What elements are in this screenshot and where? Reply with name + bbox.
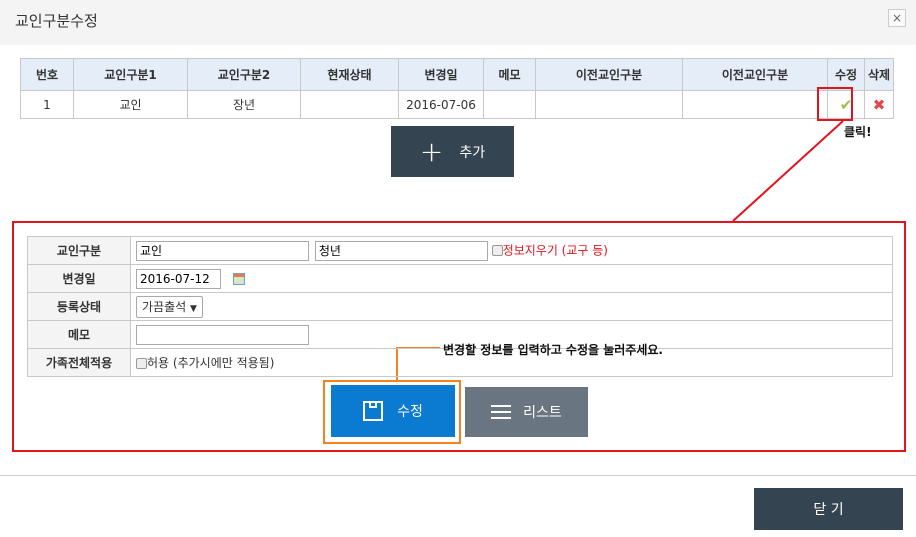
- family-apply-checkbox[interactable]: [136, 358, 147, 369]
- instruction-annotation: 변경할 정보를 입력하고 수정을 눌러주세요.: [443, 343, 663, 357]
- family-apply-label: 허용 (추가시에만 적용됨): [147, 356, 275, 370]
- status-selected: 가끔출석: [142, 299, 187, 314]
- clear-info-label: 정보지우기 (교구 등): [502, 243, 608, 257]
- list-label: 리스트: [523, 405, 562, 421]
- add-button[interactable]: + 추가: [391, 126, 514, 177]
- dropdown-arrow-icon: ▼: [190, 303, 197, 314]
- type1-input[interactable]: [136, 240, 309, 261]
- label-family-apply: 가족전체적용: [27, 348, 131, 377]
- label-type: 교인구분: [27, 236, 131, 265]
- footer-divider: [0, 475, 916, 476]
- plus-icon: +: [419, 135, 444, 168]
- label-memo: 메모: [27, 320, 131, 349]
- status-select[interactable]: 가끔출석 ▼: [136, 295, 203, 318]
- type2-input[interactable]: [314, 240, 488, 261]
- close-button[interactable]: 닫 기: [754, 488, 903, 530]
- floppy-disk-icon: [363, 401, 384, 421]
- add-label: 추가: [459, 144, 486, 161]
- list-button[interactable]: 리스트: [465, 387, 588, 437]
- label-date: 변경일: [27, 264, 131, 293]
- label-status: 등록상태: [27, 292, 131, 321]
- save-label: 수정: [397, 404, 423, 420]
- calendar-icon[interactable]: [232, 272, 245, 285]
- save-button[interactable]: 수정: [331, 385, 455, 437]
- clear-info-checkbox[interactable]: [491, 245, 503, 256]
- menu-lines-icon: [491, 405, 512, 419]
- red-pointer-line: [732, 120, 844, 222]
- memo-input[interactable]: [136, 324, 309, 345]
- date-input[interactable]: [136, 268, 221, 289]
